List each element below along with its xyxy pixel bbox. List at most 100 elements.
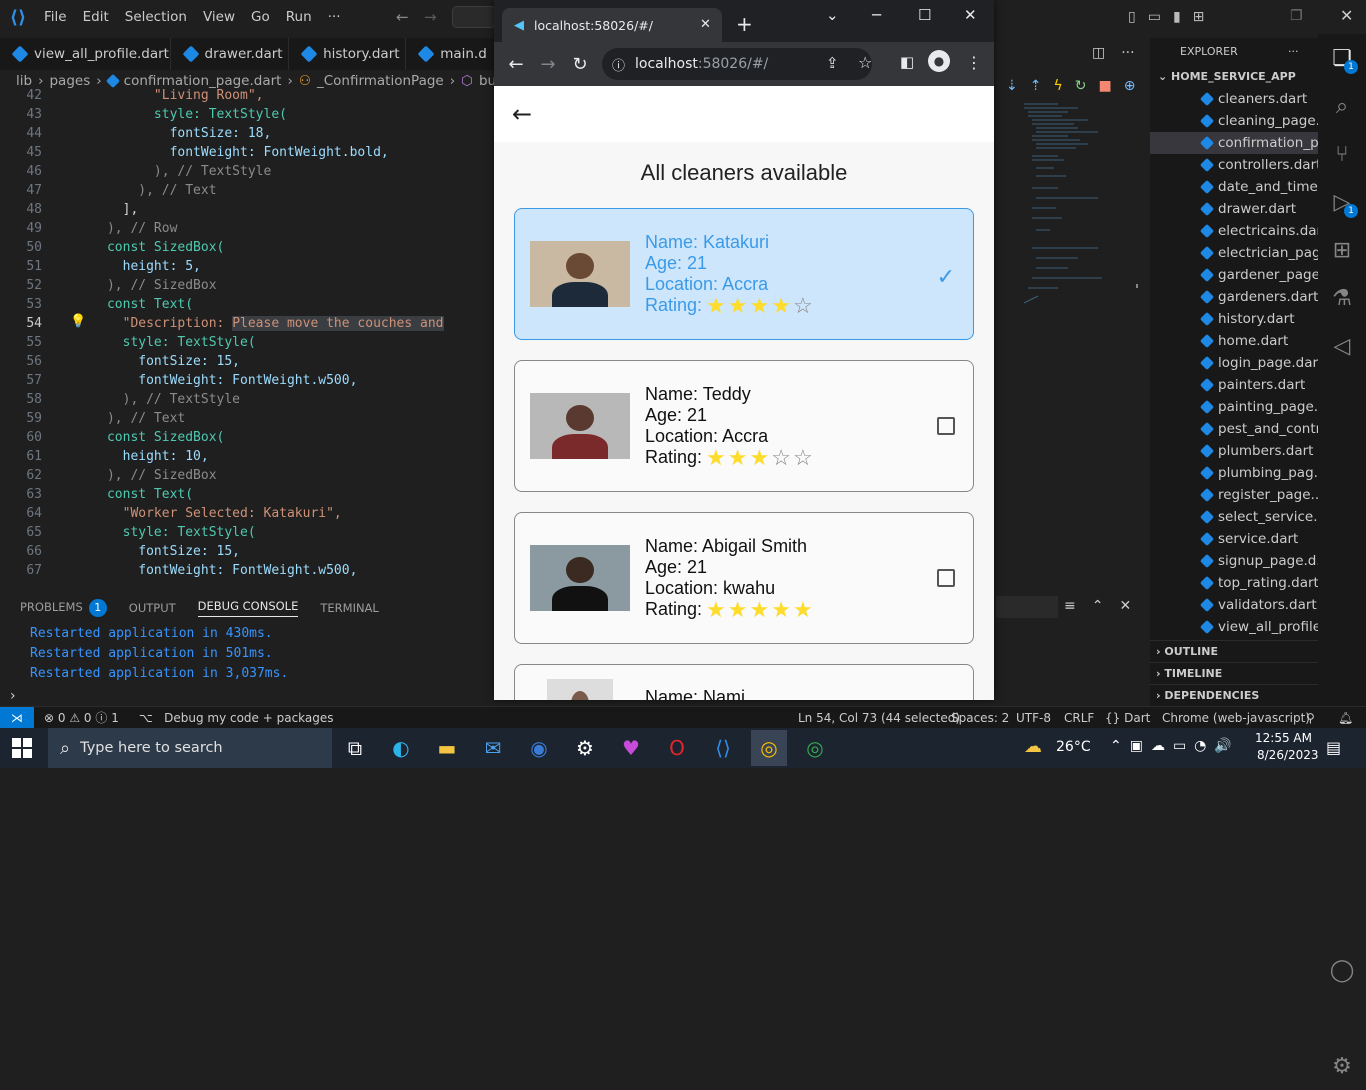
profile-avatar[interactable]: ●: [928, 50, 950, 72]
file-item[interactable]: login_page.dart: [1150, 352, 1318, 374]
site-info-icon[interactable]: ⓘ: [612, 55, 625, 74]
menu-item[interactable]: Run: [278, 0, 320, 34]
stop-icon[interactable]: ■: [1098, 78, 1111, 96]
file-item[interactable]: register_page....: [1150, 484, 1318, 506]
file-item[interactable]: confirmation_p...: [1150, 132, 1318, 154]
remote-icon[interactable]: ⋊: [0, 706, 34, 729]
maximize-panel-icon[interactable]: ⌃: [1092, 598, 1104, 614]
more-actions-icon[interactable]: ···: [1121, 45, 1134, 61]
restart-icon[interactable]: ↻: [1075, 78, 1087, 96]
clock-time[interactable]: 12:55 AM: [1255, 731, 1312, 745]
close-icon[interactable]: ✕: [1340, 6, 1353, 25]
lightbulb-icon[interactable]: 💡: [70, 314, 86, 329]
dependencies-section[interactable]: › DEPENDENCIES: [1150, 684, 1318, 706]
language-mode[interactable]: {} Dart: [1105, 711, 1150, 725]
tab-terminal[interactable]: TERMINAL: [320, 601, 378, 615]
file-item[interactable]: date_and_time....: [1150, 176, 1318, 198]
file-item[interactable]: service.dart: [1150, 528, 1318, 550]
menu-item[interactable]: Go: [243, 0, 278, 34]
tab-problems[interactable]: PROBLEMS 1: [20, 599, 107, 617]
maximize-icon[interactable]: ☐: [918, 6, 931, 24]
task-view-icon[interactable]: ⧉: [337, 730, 373, 766]
chrome-icon-2[interactable]: ◎: [797, 730, 833, 766]
check-icon[interactable]: ✓: [937, 264, 955, 290]
cleaner-card[interactable]: Name: Katakuri Age: 21 Location: Accra Rati…: [514, 208, 974, 340]
cursor-position[interactable]: Ln 54, Col 73 (44 selected): [798, 711, 960, 725]
tab-search-icon[interactable]: ⌄: [826, 6, 839, 24]
menu-item[interactable]: Edit: [75, 0, 117, 34]
window-close-icon[interactable]: ✕: [964, 6, 977, 24]
source-control-icon[interactable]: ⑂: [1318, 130, 1366, 178]
customize-layout-icon[interactable]: ⊞: [1193, 9, 1205, 25]
file-item[interactable]: drawer.dart: [1150, 198, 1318, 220]
bookmark-star-icon[interactable]: ☆: [858, 53, 872, 72]
inspect-icon[interactable]: ⊕: [1124, 78, 1136, 96]
file-item[interactable]: gardener_page....: [1150, 264, 1318, 286]
minimize-icon[interactable]: ─: [872, 6, 881, 24]
file-item[interactable]: view_all_profile...: [1150, 616, 1318, 638]
settings-icon[interactable]: ⚙: [567, 730, 603, 766]
debug-console[interactable]: Restarted application in 430ms. Restarte…: [0, 624, 496, 688]
flutter-icon[interactable]: ◁: [1318, 322, 1366, 370]
cleaner-card[interactable]: Name: Teddy Age: 21 Location: Accra Rating:…: [514, 360, 974, 492]
tab-output[interactable]: OUTPUT: [129, 601, 176, 615]
feedback-icon[interactable]: ⚲: [1306, 711, 1315, 725]
chrome-icon[interactable]: ◎: [751, 730, 787, 766]
file-item[interactable]: signup_page.d...: [1150, 550, 1318, 572]
close-panel-icon[interactable]: ✕: [1119, 598, 1131, 614]
back-arrow-icon[interactable]: ←: [512, 100, 532, 128]
console-filter-input[interactable]: [996, 596, 1058, 618]
select-checkbox[interactable]: [937, 417, 955, 435]
file-item[interactable]: painters.dart: [1150, 374, 1318, 396]
file-item[interactable]: validators.dart: [1150, 594, 1318, 616]
cleaner-card[interactable]: Name: Abigail Smith Age: 21 Location: kwah…: [514, 512, 974, 644]
browser-tab[interactable]: ◀ localhost:58026/#/: [502, 8, 722, 42]
forward-arrow-icon[interactable]: →: [424, 8, 437, 26]
menu-item[interactable]: File: [36, 0, 75, 34]
step-into-icon[interactable]: ⇣: [1006, 78, 1018, 96]
file-item[interactable]: cleaning_page....: [1150, 110, 1318, 132]
step-out-icon[interactable]: ⇡: [1030, 78, 1042, 96]
file-explorer-icon[interactable]: ▬: [429, 730, 465, 766]
file-item[interactable]: electrician_pag...: [1150, 242, 1318, 264]
indentation[interactable]: Spaces: 2: [951, 711, 1009, 725]
browser-back-icon[interactable]: ←: [500, 54, 532, 75]
toggle-sidebar-icon[interactable]: ▯: [1128, 9, 1136, 25]
temperature[interactable]: 26°C: [1056, 739, 1091, 755]
opera-icon[interactable]: O: [659, 730, 695, 766]
testing-icon[interactable]: ⚗: [1318, 274, 1366, 322]
command-center[interactable]: [452, 6, 496, 28]
flutter-device[interactable]: Chrome (web-javascript): [1162, 711, 1310, 725]
file-item[interactable]: controllers.dart: [1150, 154, 1318, 176]
restore-icon[interactable]: ❐: [1290, 8, 1303, 24]
cleaner-card[interactable]: Name: Nami: [514, 664, 974, 700]
close-tab-icon[interactable]: ✕: [700, 17, 711, 32]
file-item[interactable]: cleaners.dart: [1150, 88, 1318, 110]
toggle-panel-icon[interactable]: ▭: [1148, 9, 1161, 25]
menu-item[interactable]: ···: [320, 0, 349, 34]
file-item[interactable]: pest_and_contr...: [1150, 418, 1318, 440]
tab-drawer[interactable]: drawer.dart: [171, 38, 290, 70]
reload-icon[interactable]: ↻: [564, 54, 596, 75]
outline-section[interactable]: › OUTLINE: [1150, 640, 1318, 662]
chrome-menu-icon[interactable]: ⋮: [966, 53, 982, 72]
windows-start-icon[interactable]: [12, 738, 32, 758]
project-folder[interactable]: ⌄ HOME_SERVICE_APP: [1150, 66, 1318, 88]
side-panel-icon[interactable]: ◧: [900, 53, 914, 71]
explorer-icon[interactable]: ❏ 1: [1318, 34, 1366, 82]
back-arrow-icon[interactable]: ←: [396, 8, 409, 26]
taskbar-search[interactable]: ⌕ Type here to search: [48, 728, 332, 768]
timeline-section[interactable]: › TIMELINE: [1150, 662, 1318, 684]
chevron-right-icon[interactable]: ›: [10, 688, 16, 704]
file-item[interactable]: home.dart: [1150, 330, 1318, 352]
file-item[interactable]: electricains.dart: [1150, 220, 1318, 242]
wondershare-icon[interactable]: ♥: [613, 730, 649, 766]
encoding[interactable]: UTF-8: [1016, 711, 1051, 725]
select-checkbox[interactable]: [937, 569, 955, 587]
mail-icon[interactable]: ✉: [475, 730, 511, 766]
debug-status[interactable]: ⌥ Debug my code + packages: [139, 711, 334, 725]
run-debug-icon[interactable]: ▷ 1: [1318, 178, 1366, 226]
file-item[interactable]: plumbing_pag...: [1150, 462, 1318, 484]
toggle-secondary-icon[interactable]: ▮: [1173, 9, 1181, 25]
vscode-icon[interactable]: ⟨⟩: [705, 730, 741, 766]
